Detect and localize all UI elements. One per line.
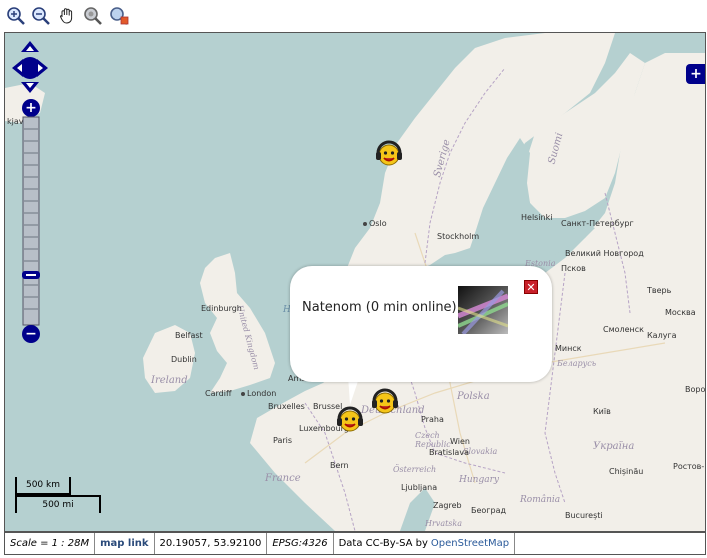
city-label: Київ xyxy=(593,407,611,416)
region-label: France xyxy=(265,473,301,484)
mouse-coordinates: 20.19057, 53.92100 xyxy=(155,533,268,554)
city-label: Псков xyxy=(561,264,586,273)
popup-user-text: Natenom (0 min online) xyxy=(302,300,457,315)
pan-control xyxy=(12,40,48,94)
city-label: Тверь xyxy=(647,286,672,295)
city-label: Воро xyxy=(685,385,706,394)
pan-hand-icon[interactable] xyxy=(56,5,78,27)
region-label: Hrvatska xyxy=(425,519,463,528)
city-label: Oslo xyxy=(363,219,387,228)
scale-readout: Scale = 1 : 28M xyxy=(5,533,96,554)
popup-close-button[interactable]: ✕ xyxy=(524,280,538,294)
attribution-text: Data CC-By-SA by xyxy=(338,538,428,549)
city-label: Chișinău xyxy=(609,467,644,476)
user-avatar-thumbnail xyxy=(457,286,509,336)
city-label: Смоленск xyxy=(603,325,645,334)
projection-label: EPSG:4326 xyxy=(267,533,334,554)
city-label: Belfast xyxy=(175,331,203,340)
city-label: București xyxy=(565,511,603,520)
city-label: Калуга xyxy=(647,331,677,340)
city-label: Москва xyxy=(665,308,696,317)
region-label: Ireland xyxy=(151,375,188,386)
user-marker-icon[interactable] xyxy=(370,387,400,417)
user-marker-icon[interactable] xyxy=(335,405,365,435)
city-label: Београд xyxy=(471,506,507,515)
map-link[interactable]: map link xyxy=(95,533,155,554)
zoom-in-button[interactable]: + xyxy=(22,99,40,117)
map-viewport[interactable]: Sverige Suomi Estonia Ireland United Kin… xyxy=(4,32,706,532)
region-label: Україна xyxy=(593,441,635,452)
city-label: Wien xyxy=(450,437,470,446)
scale-km: 500 km xyxy=(15,477,71,495)
user-marker-icon[interactable] xyxy=(374,139,404,169)
map-toolbar xyxy=(0,0,707,31)
zoom-out-icon[interactable] xyxy=(30,5,52,27)
attribution: Data CC-By-SA by OpenStreetMap xyxy=(334,533,516,554)
city-label: Stockholm xyxy=(437,232,480,241)
region-label: Беларусь xyxy=(557,359,597,368)
city-label: Cardiff xyxy=(205,389,232,398)
city-label: Ростов- xyxy=(673,462,705,471)
city-label: Bern xyxy=(330,461,349,470)
scale-line: 500 km 500 mi xyxy=(13,477,113,517)
city-label: Edinburgh xyxy=(201,304,242,313)
city-label: Paris xyxy=(273,436,293,445)
city-label: Великий Новгород xyxy=(565,249,644,258)
region-label: Österreich xyxy=(393,465,437,474)
city-label: Bruxelles xyxy=(268,402,305,411)
openstreetmap-link[interactable]: OpenStreetMap xyxy=(431,538,509,549)
zoom-box-icon[interactable] xyxy=(108,5,130,27)
city-label: Минск xyxy=(555,344,582,353)
zoom-extent-icon[interactable] xyxy=(82,5,104,27)
city-label: Praha xyxy=(421,415,444,424)
zoom-out-button[interactable]: − xyxy=(22,325,40,343)
scale-mi: 500 mi xyxy=(15,495,101,513)
region-label: Polska xyxy=(457,391,490,402)
city-label: Ljubljana xyxy=(401,483,438,492)
zoom-slider[interactable]: + − xyxy=(22,99,40,343)
user-popup: Natenom (0 min online) ✕ xyxy=(290,266,552,382)
city-label: Санкт-Петербург xyxy=(561,219,634,228)
overview-map-toggle[interactable]: + xyxy=(686,64,705,84)
city-label: Bratislava xyxy=(429,448,469,457)
region-label: Hungary xyxy=(459,475,499,485)
city-label: Helsinki xyxy=(521,213,553,222)
region-label: România xyxy=(520,495,561,505)
city-label: Dublin xyxy=(171,355,197,364)
city-label: Zagreb xyxy=(433,501,462,510)
city-label: London xyxy=(241,389,276,398)
zoom-in-icon[interactable] xyxy=(5,5,27,27)
status-bar: Scale = 1 : 28M map link 20.19057, 53.92… xyxy=(4,532,706,555)
overview-plus-label: + xyxy=(690,66,702,82)
